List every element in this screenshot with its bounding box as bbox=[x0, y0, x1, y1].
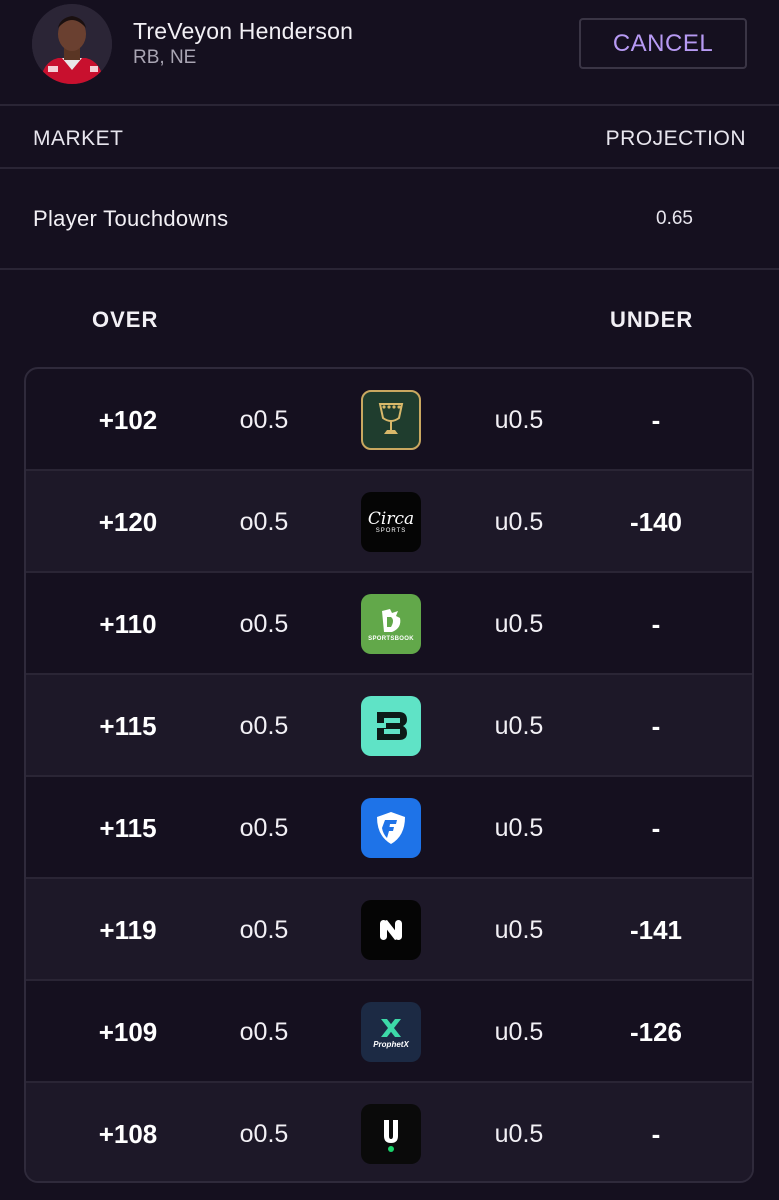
odds-row[interactable]: +110 o0.5 SPORTSBOOK u0.5 - bbox=[26, 573, 752, 675]
over-line: o0.5 bbox=[239, 814, 289, 842]
odds-table: +102 o0.5 u0.5 - +120 o0.5 Circa SPORTS … bbox=[24, 367, 754, 1183]
over-line: o0.5 bbox=[239, 712, 289, 740]
under-line: u0.5 bbox=[494, 406, 544, 434]
player-avatar bbox=[32, 4, 112, 84]
over-price[interactable]: +102 bbox=[76, 405, 180, 436]
golden-chalice-book-icon bbox=[361, 390, 421, 450]
under-price[interactable]: - bbox=[601, 711, 711, 742]
over-line: o0.5 bbox=[239, 916, 289, 944]
over-line: o0.5 bbox=[239, 610, 289, 638]
under-price[interactable]: -140 bbox=[601, 507, 711, 538]
over-column-header: OVER bbox=[92, 307, 159, 332]
projection-column-header: PROJECTION bbox=[605, 127, 746, 150]
over-price[interactable]: +120 bbox=[76, 507, 180, 538]
underdog-u-icon bbox=[361, 1104, 421, 1164]
market-name: Player Touchdowns bbox=[33, 206, 229, 231]
odds-row[interactable]: +115 o0.5 u0.5 - bbox=[26, 777, 752, 879]
under-price[interactable]: -126 bbox=[601, 1017, 711, 1048]
over-line: o0.5 bbox=[239, 508, 289, 536]
odds-row[interactable]: +108 o0.5 u0.5 - bbox=[26, 1083, 752, 1181]
under-line: u0.5 bbox=[494, 610, 544, 638]
under-line: u0.5 bbox=[494, 916, 544, 944]
over-price[interactable]: +109 bbox=[76, 1017, 180, 1048]
market-table-header: MARKET PROJECTION bbox=[0, 106, 779, 169]
player-position-team: RB, NE bbox=[133, 47, 197, 68]
fanduel-shield-icon bbox=[361, 798, 421, 858]
over-price[interactable]: +115 bbox=[76, 711, 180, 742]
market-row[interactable]: Player Touchdowns 0.65 bbox=[0, 169, 779, 270]
under-line: u0.5 bbox=[494, 508, 544, 536]
draftkings-sportsbook-icon: SPORTSBOOK bbox=[361, 594, 421, 654]
over-price[interactable]: +110 bbox=[76, 609, 180, 640]
circa-sports-icon: Circa SPORTS bbox=[361, 492, 421, 552]
circa-logo-subtext: SPORTS bbox=[375, 528, 407, 534]
projection-value: 0.65 bbox=[656, 208, 693, 229]
under-line: u0.5 bbox=[494, 814, 544, 842]
over-price[interactable]: +119 bbox=[76, 915, 180, 946]
over-line: o0.5 bbox=[239, 1120, 289, 1148]
odds-row[interactable]: +119 o0.5 u0.5 -141 bbox=[26, 879, 752, 981]
under-price[interactable]: - bbox=[601, 813, 711, 844]
player-name: TreVeyon Henderson bbox=[133, 18, 354, 44]
under-line: u0.5 bbox=[494, 1120, 544, 1148]
over-line: o0.5 bbox=[239, 1018, 289, 1046]
novig-n-icon bbox=[361, 900, 421, 960]
odds-row[interactable]: +109 o0.5 ProphetX u0.5 -126 bbox=[26, 981, 752, 1083]
odds-row[interactable]: +115 o0.5 u0.5 - bbox=[26, 675, 752, 777]
under-line: u0.5 bbox=[494, 1018, 544, 1046]
under-price[interactable]: - bbox=[601, 1119, 711, 1150]
under-column-header: UNDER bbox=[610, 307, 694, 332]
under-price[interactable]: -141 bbox=[601, 915, 711, 946]
odds-row[interactable]: +120 o0.5 Circa SPORTS u0.5 -140 bbox=[26, 471, 752, 573]
over-price[interactable]: +108 bbox=[76, 1119, 180, 1150]
cancel-button[interactable]: CANCEL bbox=[579, 18, 747, 69]
draftkings-logo-text: SPORTSBOOK bbox=[368, 636, 414, 642]
under-line: u0.5 bbox=[494, 712, 544, 740]
odds-row[interactable]: +102 o0.5 u0.5 - bbox=[26, 369, 752, 471]
under-price[interactable]: - bbox=[601, 405, 711, 436]
prophetx-logo-text: ProphetX bbox=[373, 1039, 409, 1049]
market-column-header: MARKET bbox=[33, 127, 124, 150]
over-price[interactable]: +115 bbox=[76, 813, 180, 844]
player-header: TreVeyon Henderson RB, NE CANCEL bbox=[0, 0, 779, 106]
betr-b-icon bbox=[361, 696, 421, 756]
over-line: o0.5 bbox=[239, 406, 289, 434]
circa-logo-text: Circa bbox=[367, 509, 415, 529]
under-price[interactable]: - bbox=[601, 609, 711, 640]
prophetx-icon: ProphetX bbox=[361, 1002, 421, 1062]
